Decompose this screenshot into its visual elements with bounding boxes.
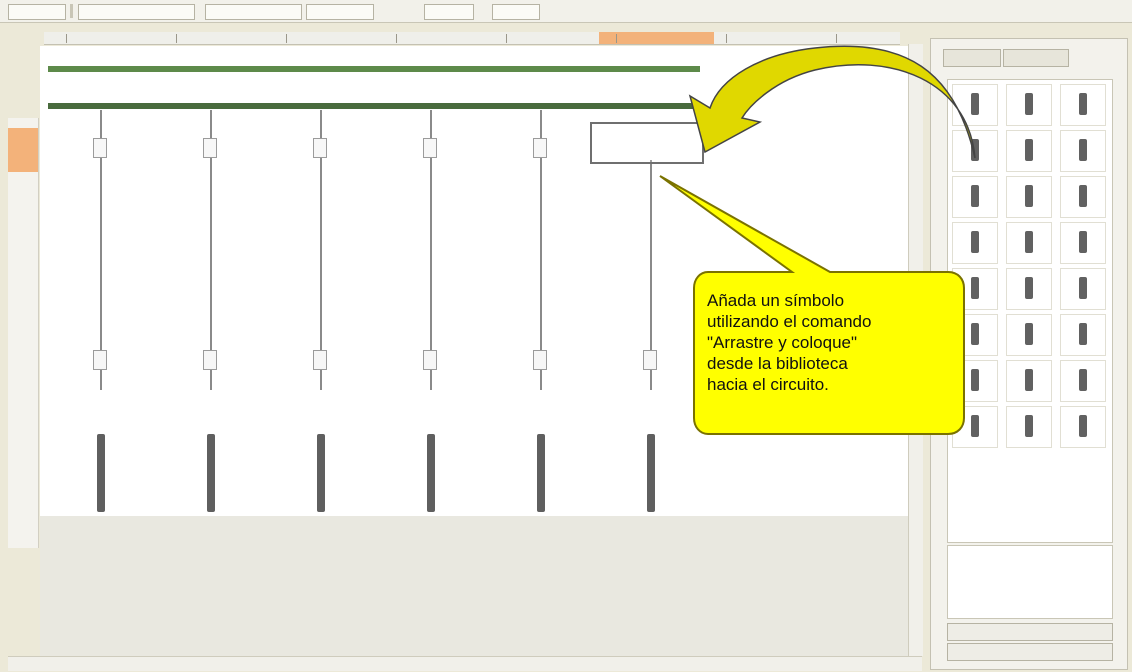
- schematic-canvas[interactable]: [40, 46, 910, 516]
- library-symbol-icon[interactable]: [952, 314, 998, 356]
- ruler-tick: [286, 34, 287, 43]
- toolbar-dropdown[interactable]: [205, 4, 302, 20]
- workspace-background: [40, 516, 910, 656]
- library-symbol-icon[interactable]: [1006, 268, 1052, 310]
- ruler-tick: [836, 34, 837, 43]
- library-symbol-icon[interactable]: [952, 360, 998, 402]
- symbol-drop-target[interactable]: [590, 122, 704, 164]
- toolbar-button-group[interactable]: [492, 4, 540, 20]
- callout-line: hacia el circuito.: [707, 375, 829, 394]
- library-symbol-icon[interactable]: [1006, 360, 1052, 402]
- ruler-tick: [66, 34, 67, 43]
- toolbar: [0, 0, 1132, 23]
- terminal-icon: [207, 434, 215, 512]
- library-symbol-icon[interactable]: [1060, 176, 1106, 218]
- contact-icon: [533, 350, 547, 370]
- ruler-tick: [506, 34, 507, 43]
- library-symbol-icon[interactable]: [1060, 360, 1106, 402]
- panel-button[interactable]: [947, 623, 1113, 641]
- breaker-icon: [313, 138, 327, 158]
- library-symbol-icon[interactable]: [1006, 222, 1052, 264]
- library-symbol-icon[interactable]: [1006, 130, 1052, 172]
- toolbar-separator: [70, 4, 73, 18]
- library-tab[interactable]: [1003, 49, 1069, 67]
- toolbar-dropdown[interactable]: [78, 4, 195, 20]
- library-tab[interactable]: [943, 49, 1001, 67]
- library-symbol-icon[interactable]: [1060, 268, 1106, 310]
- library-symbol-icon[interactable]: [1060, 406, 1106, 448]
- ruler-tick: [726, 34, 727, 43]
- callout-text: Añada un símbolo utilizando el comando "…: [707, 290, 957, 395]
- library-symbol-icon[interactable]: [1006, 314, 1052, 356]
- library-symbol-icon[interactable]: [1006, 84, 1052, 126]
- library-symbol-icon[interactable]: [952, 130, 998, 172]
- callout-line: desde la biblioteca: [707, 354, 848, 373]
- terminal-icon: [97, 434, 105, 512]
- callout-line: Añada un símbolo: [707, 291, 845, 310]
- busbar-top: [48, 66, 700, 72]
- library-symbol-icon[interactable]: [952, 406, 998, 448]
- terminal-icon: [427, 434, 435, 512]
- contact-icon: [203, 350, 217, 370]
- library-symbol-icon[interactable]: [952, 84, 998, 126]
- symbol-preview: [947, 545, 1113, 619]
- library-symbol-icon[interactable]: [1060, 84, 1106, 126]
- callout-line: utilizando el comando: [707, 312, 872, 331]
- toolbar-button-group[interactable]: [424, 4, 474, 20]
- terminal-icon: [647, 434, 655, 512]
- contact-icon: [643, 350, 657, 370]
- breaker-icon: [533, 138, 547, 158]
- terminal-icon: [317, 434, 325, 512]
- library-symbol-icon[interactable]: [1006, 176, 1052, 218]
- library-symbol-icon[interactable]: [1006, 406, 1052, 448]
- ruler-highlight: [8, 128, 38, 172]
- breaker-icon: [93, 138, 107, 158]
- library-symbol-icon[interactable]: [1060, 130, 1106, 172]
- library-symbol-icon[interactable]: [1060, 222, 1106, 264]
- library-symbol-icon[interactable]: [952, 268, 998, 310]
- callout-line: "Arrastre y coloque": [707, 333, 858, 352]
- horizontal-scrollbar[interactable]: [8, 656, 922, 671]
- contact-icon: [93, 350, 107, 370]
- vertical-ruler: [8, 118, 39, 548]
- ruler-tick: [616, 34, 617, 43]
- symbol-library-panel: [930, 38, 1128, 670]
- panel-button[interactable]: [947, 643, 1113, 661]
- busbar-bottom: [48, 103, 700, 109]
- toolbar-dropdown[interactable]: [306, 4, 374, 20]
- contact-icon: [313, 350, 327, 370]
- library-symbol-icon[interactable]: [952, 222, 998, 264]
- ruler-tick: [396, 34, 397, 43]
- library-symbol-icon[interactable]: [1060, 314, 1106, 356]
- breaker-icon: [423, 138, 437, 158]
- ruler-tick: [176, 34, 177, 43]
- symbol-library-grid[interactable]: [947, 79, 1113, 543]
- library-symbol-icon[interactable]: [952, 176, 998, 218]
- toolbar-button-group[interactable]: [8, 4, 66, 20]
- breaker-icon: [203, 138, 217, 158]
- horizontal-ruler: [44, 32, 900, 45]
- contact-icon: [423, 350, 437, 370]
- terminal-icon: [537, 434, 545, 512]
